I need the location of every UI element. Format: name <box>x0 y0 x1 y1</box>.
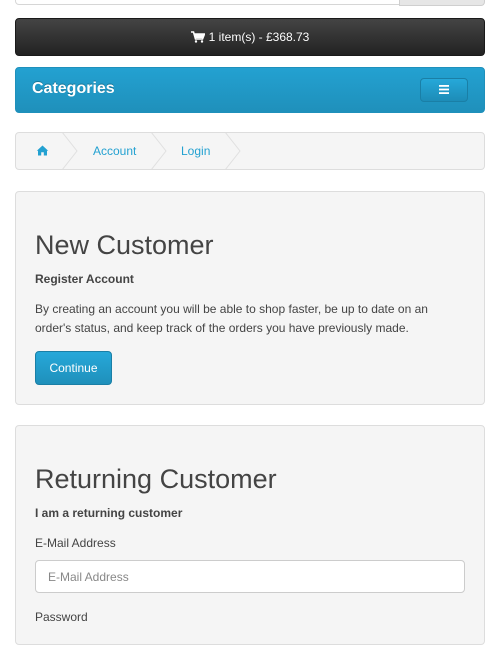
breadcrumb-login-link[interactable]: Login <box>181 133 210 169</box>
menu-title: Categories <box>32 80 115 97</box>
register-account-subheading: Register Account <box>35 272 134 286</box>
email-field[interactable] <box>35 560 465 593</box>
breadcrumb-account-link[interactable]: Account <box>93 133 136 169</box>
new-customer-heading: New Customer <box>35 230 214 260</box>
breadcrumb-home[interactable] <box>36 133 49 169</box>
register-description-line: order's status, and keep track of the or… <box>35 321 409 335</box>
breadcrumb: Account Login <box>15 132 485 170</box>
continue-button[interactable]: Continue <box>35 351 112 385</box>
returning-customer-heading: Returning Customer <box>35 464 277 494</box>
search-input[interactable] <box>15 0 401 5</box>
password-label: Password <box>35 610 88 624</box>
breadcrumb-separator <box>151 133 167 169</box>
search-button[interactable] <box>399 0 485 6</box>
register-description-line: By creating an account you will be able … <box>35 302 428 316</box>
search-bar <box>15 0 485 6</box>
cart-total-label: 1 item(s) - £368.73 <box>208 30 310 44</box>
register-description: By creating an account you will be able … <box>35 300 465 338</box>
menu-toggle-button[interactable] <box>420 78 468 102</box>
returning-customer-panel: Returning Customer I am a returning cust… <box>15 425 485 645</box>
home-icon <box>36 144 49 158</box>
category-menu: Categories <box>15 67 485 113</box>
email-label: E-Mail Address <box>35 536 116 550</box>
new-customer-panel: New Customer Register Account By creatin… <box>15 191 485 405</box>
returning-customer-subheading: I am a returning customer <box>35 506 183 520</box>
cart-button[interactable]: 1 item(s) - £368.73 <box>15 18 485 56</box>
shopping-cart-icon <box>190 31 205 43</box>
breadcrumb-separator <box>225 133 241 169</box>
breadcrumb-separator <box>62 133 78 169</box>
bars-icon <box>439 81 449 99</box>
